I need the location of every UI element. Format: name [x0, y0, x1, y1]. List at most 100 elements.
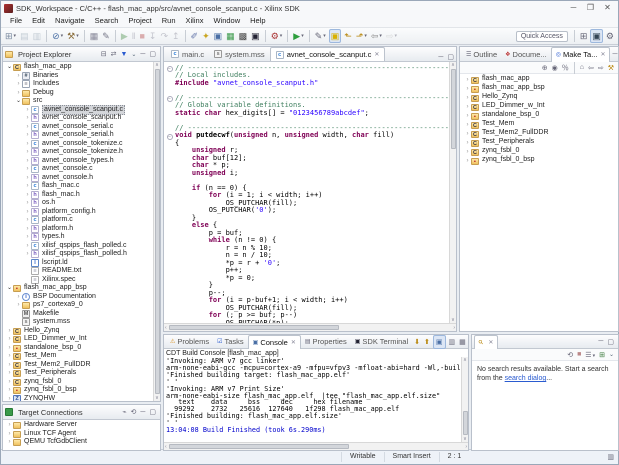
make-target-item[interactable]: ›Czynq_fsbl_0: [460, 147, 618, 156]
expand-arrow-icon[interactable]: ›: [24, 208, 31, 216]
expand-arrow-icon[interactable]: ›: [6, 327, 13, 335]
expand-arrow-icon[interactable]: ›: [464, 121, 471, 129]
program-fpga-icon[interactable]: ▦: [225, 29, 236, 43]
run-search-again-icon[interactable]: ⟲: [565, 351, 575, 359]
editor-tab-avnet-console-scanput-c[interactable]: c avnet_console_scanput.c ✕: [270, 47, 386, 61]
code-editor[interactable]: −// ------------------------------------…: [164, 62, 456, 323]
build-dropdown-icon[interactable]: ▾: [76, 33, 79, 39]
tree-item[interactable]: ›cxilisf_qspips_flash_polled.c: [3, 242, 160, 251]
console-vertical-scrollbar[interactable]: ∧ ∨: [461, 357, 468, 442]
tree-item[interactable]: ›ps7_cortexa9_0: [3, 301, 160, 310]
make-target-item[interactable]: ›Cflash_mac_app: [460, 75, 618, 84]
tree-item[interactable]: ›ZZYNQHW: [3, 395, 160, 402]
tab-console[interactable]: ▣ Console ✕: [248, 335, 301, 349]
expand-arrow-icon[interactable]: ›: [6, 386, 13, 394]
expand-arrow-icon[interactable]: ›: [24, 123, 31, 131]
expand-arrow-icon[interactable]: ›: [24, 165, 31, 173]
expand-arrow-icon[interactable]: ›: [6, 361, 13, 369]
minimize-view-icon[interactable]: ─: [138, 409, 147, 416]
tree-item[interactable]: ›cavnet_console.c: [3, 165, 160, 174]
expand-arrow-icon[interactable]: ›: [464, 94, 471, 102]
expand-arrow-icon[interactable]: ›: [24, 250, 31, 258]
tree-item[interactable]: ›havnet_console_serial.h: [3, 131, 160, 140]
new-wizard-dropdown-icon[interactable]: ▾: [14, 33, 17, 39]
back-history-dropdown-icon[interactable]: ▾: [379, 33, 382, 39]
expand-arrow-icon[interactable]: ›: [24, 131, 31, 139]
scroll-lock-icon[interactable]: ▥: [447, 338, 458, 346]
scroll-up-icon[interactable]: ∧: [451, 62, 455, 68]
expand-arrow-icon[interactable]: ›: [15, 89, 22, 97]
make-target-item[interactable]: ›CTest_Peripherals: [460, 138, 618, 147]
minimize-window-button[interactable]: ─: [565, 2, 582, 14]
tree-item[interactable]: ⌄▪flash_mac_app_bsp: [3, 284, 160, 293]
settings-gear-dropdown-icon[interactable]: ▾: [280, 33, 283, 39]
minimize-view-icon[interactable]: ─: [610, 51, 619, 58]
expand-arrow-icon[interactable]: ›: [15, 72, 22, 80]
new-wizard-icon[interactable]: ⊞▾: [4, 29, 17, 43]
make-target-item[interactable]: ›CLED_Dimmer_w_Int: [460, 102, 618, 111]
forward-history-icon[interactable]: ⇨▾: [385, 29, 398, 43]
expand-arrow-icon[interactable]: ›: [15, 293, 22, 301]
collapse-all-icon[interactable]: ⊟: [99, 50, 109, 58]
tree-item[interactable]: ›cplatform.c: [3, 216, 160, 225]
quick-access-button[interactable]: Quick Access: [516, 31, 568, 42]
expand-arrow-icon[interactable]: ›: [24, 114, 31, 122]
tree-item[interactable]: ›CHello_Zynq: [3, 327, 160, 336]
tree-item[interactable]: ›htypes.h: [3, 233, 160, 242]
step-over-icon[interactable]: ↷: [159, 29, 169, 43]
tree-item[interactable]: ›hplatform.h: [3, 225, 160, 234]
tree-item[interactable]: ›#Binaries: [3, 72, 160, 81]
step-into-icon[interactable]: ↧: [148, 29, 158, 43]
close-tab-icon[interactable]: ✕: [488, 339, 493, 346]
collapse-arrow-icon[interactable]: ⌄: [6, 63, 13, 71]
scroll-left-icon[interactable]: ‹: [165, 325, 167, 331]
expand-arrow-icon[interactable]: ›: [24, 174, 31, 182]
expand-arrow-icon[interactable]: ›: [464, 85, 471, 93]
tree-item[interactable]: ›CTest_Mem: [3, 352, 160, 361]
cancel-search-icon[interactable]: ■: [575, 351, 583, 358]
expand-arrow-icon[interactable]: ›: [24, 157, 31, 165]
console-horizontal-scrollbar[interactable]: ‹ ›: [164, 442, 468, 450]
forward-edit-location-dropdown-icon[interactable]: ▾: [364, 33, 367, 39]
tree-item[interactable]: ›hplatform_config.h: [3, 208, 160, 217]
expand-arrow-icon[interactable]: ›: [24, 191, 31, 199]
cpp-perspective-icon[interactable]: ▣: [590, 29, 603, 43]
scrollbar-thumb[interactable]: [169, 444, 349, 449]
expand-arrow-icon[interactable]: ›: [6, 369, 13, 377]
menu-xilinx[interactable]: Xilinx: [181, 15, 209, 27]
previous-console-icon[interactable]: ⬆: [422, 338, 432, 346]
tree-item[interactable]: ssystem.mss: [3, 318, 160, 327]
tab-tasks[interactable]: ☑ Tasks: [213, 335, 248, 349]
scrollbar-thumb[interactable]: [463, 411, 468, 435]
maximize-view-icon[interactable]: ▢: [605, 338, 616, 346]
menu-help[interactable]: Help: [245, 15, 270, 27]
expand-arrow-icon[interactable]: ›: [24, 140, 31, 148]
suspend-icon[interactable]: ‖: [131, 29, 137, 43]
expand-arrow-icon[interactable]: ›: [24, 216, 31, 224]
editor-tab-system-mss[interactable]: s system.mss: [209, 47, 270, 61]
expand-arrow-icon[interactable]: ›: [24, 199, 31, 207]
save-icon[interactable]: ▤: [19, 29, 30, 43]
tree-item[interactable]: ›Debug: [3, 89, 160, 98]
tab-documentation[interactable]: ❖ Docume...: [501, 47, 551, 62]
scroll-up-icon[interactable]: ∧: [463, 357, 467, 363]
expand-arrow-icon[interactable]: ›: [15, 301, 22, 309]
scroll-down-icon[interactable]: ∨: [463, 436, 467, 442]
forward-history-dropdown-icon[interactable]: ▾: [394, 33, 397, 39]
previous-searches-icon[interactable]: ☰▾: [583, 351, 597, 359]
new-launch-config-icon[interactable]: ▦: [89, 29, 100, 43]
expand-arrow-icon[interactable]: ›: [6, 335, 13, 343]
expand-arrow-icon[interactable]: ›: [6, 352, 13, 360]
build-make-target-icon[interactable]: ⚒: [606, 64, 616, 72]
tree-item[interactable]: ›cavnet_console_tokenize.c: [3, 140, 160, 149]
maximize-editor-icon[interactable]: ▢: [445, 53, 456, 61]
menu-file[interactable]: File: [5, 15, 27, 27]
fold-marker[interactable]: −: [164, 131, 175, 140]
menu-run[interactable]: Run: [157, 15, 181, 27]
progress-view-icon[interactable]: ▥: [603, 453, 618, 461]
minimize-view-icon[interactable]: ─: [138, 51, 147, 58]
expand-arrow-icon[interactable]: ›: [464, 112, 471, 120]
scroll-down-icon[interactable]: ∨: [155, 395, 159, 401]
build-icon[interactable]: ⚒▾: [66, 29, 80, 43]
scroll-right-icon[interactable]: ›: [465, 444, 467, 450]
